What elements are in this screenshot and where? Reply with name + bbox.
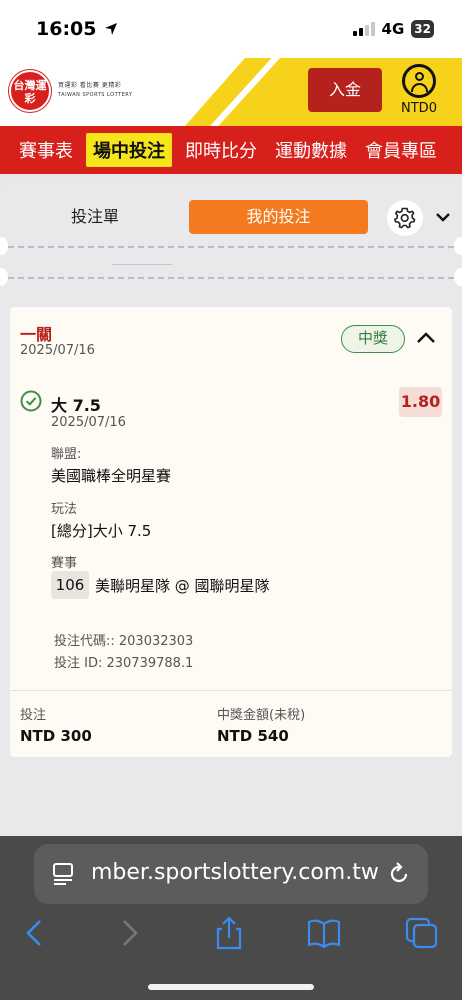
- account-button[interactable]: NTD0: [396, 64, 442, 116]
- bet-id: 投注 ID: 230739788.1: [54, 656, 194, 671]
- divider: [8, 277, 454, 279]
- user-icon: [402, 64, 436, 98]
- status-time: 16:05: [36, 18, 119, 40]
- tab-my-bets[interactable]: 我的投注: [189, 200, 368, 234]
- page-menu-icon[interactable]: [52, 862, 74, 886]
- gear-icon: [393, 207, 416, 229]
- address-bar[interactable]: mber.sportslottery.com.tw: [34, 844, 428, 904]
- nav-item-member-area[interactable]: 會員專區: [356, 137, 446, 163]
- bet-code: 投注代碼:: 203032303: [54, 634, 194, 649]
- league-value: 美國職棒全明星賽: [51, 467, 172, 485]
- chevron-down-icon[interactable]: [433, 207, 453, 227]
- bet-card: 一關 2025/07/16 中獎 大 7.5 2025/07/16 1.80 聯…: [10, 307, 452, 757]
- check-circle-icon: [20, 390, 42, 412]
- selection-name: 大 7.5: [51, 396, 101, 415]
- status-badge: 中獎: [341, 325, 405, 353]
- bet-tabs: 投注單 我的投注: [0, 190, 462, 244]
- url-text: mber.sportslottery.com.tw: [91, 860, 379, 885]
- stake-value: NTD 300: [20, 727, 92, 745]
- bet-type: 一關: [20, 325, 53, 344]
- selection-date: 2025/07/16: [51, 415, 126, 430]
- market-label: 玩法: [51, 502, 78, 517]
- back-icon[interactable]: [16, 916, 52, 950]
- bet-date: 2025/07/16: [20, 343, 95, 358]
- tab-bet-slip[interactable]: 投注單: [50, 200, 140, 234]
- nav-item-live-betting[interactable]: 場中投注: [86, 133, 172, 167]
- account-balance: NTD0: [401, 101, 437, 116]
- event-number: 106: [51, 571, 89, 599]
- market-value: [總分]大小 7.5: [51, 522, 152, 540]
- site-logo[interactable]: 台灣運彩: [9, 70, 51, 112]
- payout-label: 中獎金額(未稅): [217, 708, 306, 723]
- share-icon[interactable]: [211, 916, 247, 950]
- league-label: 聯盟:: [51, 447, 82, 462]
- nav-item-sports-data[interactable]: 運動數據: [266, 137, 356, 163]
- nav-item-schedule[interactable]: 賽事表: [0, 137, 82, 163]
- battery-indicator: 32: [411, 20, 434, 38]
- bet-panel: 投注單 我的投注 一關 2025/07/16 中獎 大 7.5 2025/07/…: [0, 182, 462, 836]
- logo-text: 買運彩 看比賽 更精彩 TAIWAN SPORTS LOTTERY: [58, 82, 133, 98]
- bookmarks-icon[interactable]: [306, 916, 342, 950]
- home-indicator[interactable]: [148, 984, 314, 990]
- chevron-up-icon[interactable]: [413, 325, 439, 351]
- location-arrow-icon: [105, 23, 118, 35]
- signal-icon: [352, 22, 375, 36]
- divider: [112, 264, 172, 265]
- browser-toolbar: mber.sportslottery.com.tw: [0, 836, 462, 1000]
- site-header: 台灣運彩 買運彩 看比賽 更精彩 TAIWAN SPORTS LOTTERY 入…: [0, 58, 462, 126]
- event-label: 賽事: [51, 556, 78, 571]
- event-name: 美聯明星隊 @ 國聯明星隊: [95, 577, 270, 595]
- payout-value: NTD 540: [217, 727, 289, 745]
- main-nav: 賽事表 場中投注 即時比分 運動數據 會員專區: [0, 126, 462, 174]
- forward-icon[interactable]: [112, 916, 148, 950]
- network-type: 4G: [381, 20, 405, 38]
- main-content: 投注單 我的投注 一關 2025/07/16 中獎 大 7.5 2025/07/…: [0, 174, 462, 836]
- settings-button[interactable]: [387, 200, 423, 236]
- status-bar: 16:05 4G 32: [0, 0, 462, 58]
- tabs-icon[interactable]: [404, 916, 440, 950]
- divider: [8, 246, 454, 248]
- deposit-button[interactable]: 入金: [308, 68, 382, 112]
- odds-badge: 1.80: [399, 387, 442, 417]
- stake-label: 投注: [20, 708, 47, 723]
- reload-icon[interactable]: [386, 861, 412, 887]
- nav-item-live-scores[interactable]: 即時比分: [176, 137, 266, 163]
